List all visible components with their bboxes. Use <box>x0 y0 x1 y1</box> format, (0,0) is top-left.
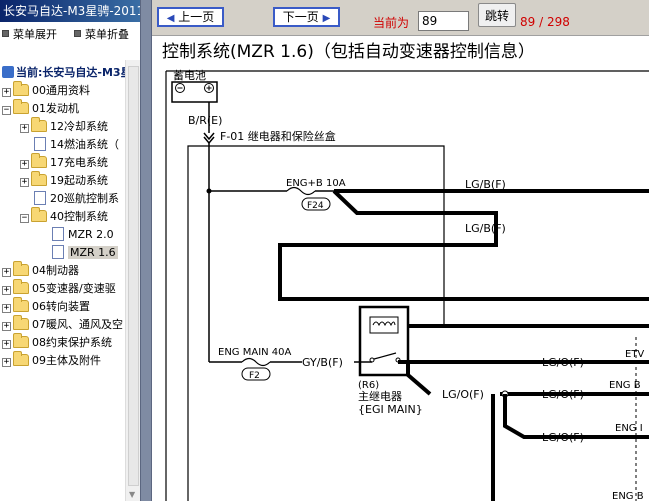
selected-item-label: MZR 1.6 <box>68 246 118 259</box>
plus-icon[interactable]: + <box>2 340 11 349</box>
tree-item-20[interactable]: 20巡航控制系 <box>34 190 119 208</box>
prev-page-button[interactable]: ◀ 上一页 <box>157 7 224 27</box>
document-icon <box>34 191 46 205</box>
folder-icon <box>13 81 29 96</box>
tree-item-14[interactable]: 14燃油系统（ <box>34 136 119 154</box>
minus-icon[interactable]: − <box>2 106 11 115</box>
battery-label: 蓄电池 <box>173 69 206 82</box>
tree-item-09[interactable]: +09主体及附件 <box>2 351 101 370</box>
plus-icon[interactable]: + <box>2 286 11 295</box>
folder-icon <box>13 297 29 312</box>
plus-icon[interactable]: + <box>2 268 11 277</box>
folder-icon <box>13 351 29 366</box>
window-title: 长安马自达-M3星骋-2011-维 <box>0 0 140 22</box>
pane-splitter[interactable] <box>140 0 152 501</box>
fuse2-code: F2 <box>249 371 260 381</box>
tree-item-04[interactable]: +04制动器 <box>2 261 79 280</box>
page-toolbar: ◀ 上一页 下一页 ▶ 当前为 跳转 89 / 298 <box>152 0 649 36</box>
wire-lgo-label-4: LG/O(F) <box>542 431 584 444</box>
plus-icon[interactable]: + <box>2 304 11 313</box>
plus-icon[interactable]: + <box>20 124 29 133</box>
tree-view: 当前:长安马自达-M3星骋 +00通用资料 −01发动机 +12冷却系统 14燃… <box>0 60 125 501</box>
minus-icon[interactable]: − <box>20 214 29 223</box>
book-icon <box>2 66 14 78</box>
folder-icon <box>31 153 47 168</box>
plus-icon[interactable]: + <box>20 160 29 169</box>
menu-expand-button[interactable]: 菜单展开 <box>2 27 57 43</box>
output-engi: ENG I <box>615 423 643 434</box>
tree-item-17[interactable]: +17充电系统 <box>20 153 108 172</box>
tree-scrollbar[interactable]: ▼ <box>125 60 140 501</box>
folder-open-icon <box>31 207 47 222</box>
page-count: 89 / 298 <box>520 15 570 29</box>
page-number-input[interactable] <box>418 11 469 31</box>
document-icon <box>52 245 64 259</box>
wire-lgb-label-1: LG/B(F) <box>465 178 506 191</box>
fuse-box-label: F-01 继电器和保险丝盒 <box>220 129 336 143</box>
wire-lgo-label-3: LG/O(F) <box>542 388 584 401</box>
tree-item-40[interactable]: −40控制系统 <box>20 207 108 226</box>
expand-icon <box>2 30 9 37</box>
left-triangle-icon: ◀ <box>166 13 175 24</box>
tree-item-mzr16[interactable]: MZR 1.6 <box>52 244 118 262</box>
left-pane: 长安马自达-M3星骋-2011-维 菜单展开 菜单折叠 当前:长安马自达-M3星… <box>0 0 140 501</box>
tree-item-12[interactable]: +12冷却系统 <box>20 117 108 136</box>
folder-open-icon <box>13 99 29 114</box>
fuse1-code: F24 <box>307 201 324 211</box>
right-triangle-icon: ▶ <box>322 13 331 24</box>
plus-icon[interactable]: + <box>2 88 11 97</box>
wire-gyb-label: GY/B(F) <box>302 356 343 369</box>
folder-icon <box>13 279 29 294</box>
diagram-title: 控制系统(MZR 1.6)（包括自动变速器控制信息） <box>162 42 535 62</box>
relay-coil <box>369 316 399 334</box>
fuse2-symbol <box>241 357 271 367</box>
output-eng-bottom: ENG B <box>612 491 644 501</box>
plus-icon[interactable]: + <box>2 358 11 367</box>
collapse-icon <box>74 30 81 37</box>
menu-collapse-button[interactable]: 菜单折叠 <box>74 27 129 43</box>
jump-button[interactable]: 跳转 <box>478 3 516 27</box>
folder-icon <box>31 171 47 186</box>
wiring-diagram: 控制系统(MZR 1.6)（包括自动变速器控制信息） 蓄电池 B/R(E) F-… <box>152 37 649 501</box>
scroll-down-arrow-icon[interactable]: ▼ <box>129 490 135 499</box>
wire-lgo-label-1: LG/O(F) <box>442 388 484 401</box>
fuse2-label: ENG MAIN 40A <box>218 347 292 358</box>
relay-name: 主继电器 <box>358 390 402 403</box>
folder-icon <box>31 117 47 132</box>
diagram-canvas: 控制系统(MZR 1.6)（包括自动变速器控制信息） 蓄电池 B/R(E) F-… <box>162 42 649 501</box>
tree-item-00[interactable]: +00通用资料 <box>2 81 90 100</box>
document-icon <box>52 227 64 241</box>
plus-icon[interactable]: + <box>2 322 11 331</box>
folder-icon <box>13 315 29 330</box>
wire-lgb-label-2: LG/B(F) <box>465 222 506 235</box>
tree-root[interactable]: 当前:长安马自达-M3星骋 <box>2 64 125 82</box>
next-page-button[interactable]: 下一页 ▶ <box>273 7 340 27</box>
tree-item-06[interactable]: +06转向装置 <box>2 297 90 316</box>
output-etv: ETV <box>625 349 644 360</box>
scrollbar-thumb[interactable] <box>128 66 139 486</box>
relay-id: {EGI MAIN} <box>358 403 423 416</box>
tree-item-05[interactable]: +05变速器/变速驱 <box>2 279 116 298</box>
folder-icon <box>13 333 29 348</box>
plus-icon[interactable]: + <box>20 178 29 187</box>
wire-lgo-label-2: LG/O(F) <box>542 356 584 369</box>
tree-item-mzr20[interactable]: MZR 2.0 <box>52 226 114 244</box>
current-page-label: 当前为 <box>373 16 410 30</box>
tree-item-08[interactable]: +08约束保护系统 <box>2 333 112 352</box>
tree-item-07[interactable]: +07暖风、通风及空 <box>2 315 123 334</box>
tree-item-19[interactable]: +19起动系统 <box>20 171 108 190</box>
document-icon <box>34 137 46 151</box>
tree-item-01[interactable]: −01发动机 <box>2 99 79 118</box>
folder-icon <box>13 261 29 276</box>
wire-br-label: B/R(E) <box>188 114 222 127</box>
